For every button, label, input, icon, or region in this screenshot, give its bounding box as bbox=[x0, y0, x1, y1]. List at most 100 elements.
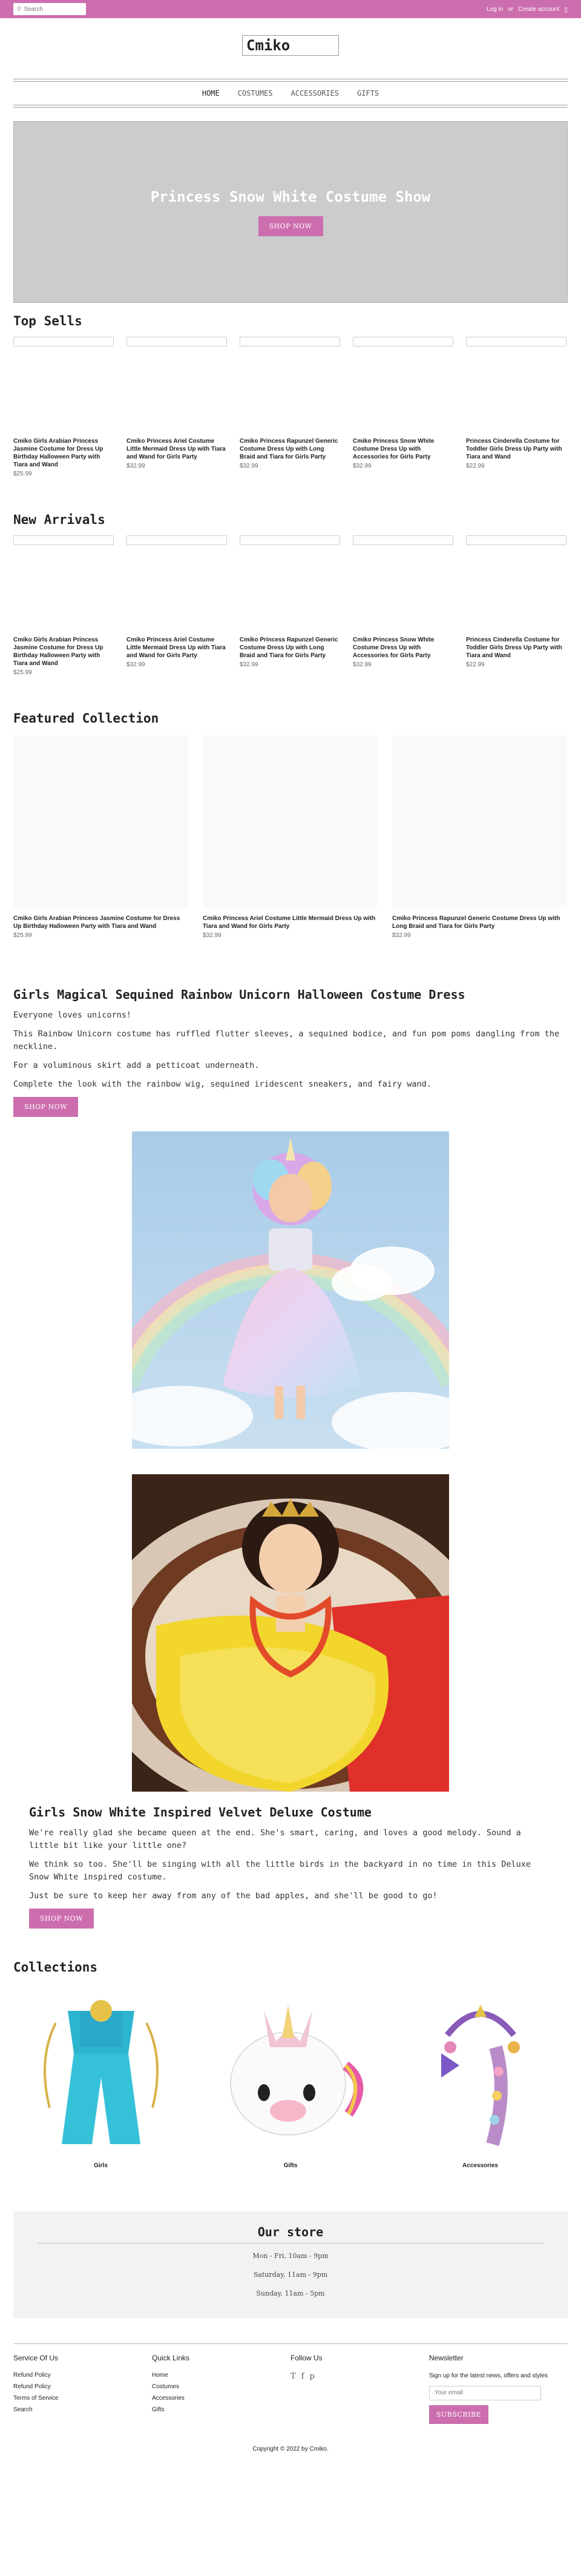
product-title[interactable]: Cmiko Girls Arabian Princess Jasmine Cos… bbox=[13, 636, 114, 667]
featured-product-title[interactable]: Cmiko Princess Rapunzel Generic Costume … bbox=[392, 915, 567, 930]
product-card[interactable]: Cmiko Princess Snow White Costume Dress … bbox=[353, 535, 453, 676]
unicorn-paragraph: This Rainbow Unicorn costume has ruffled… bbox=[13, 1029, 560, 1051]
featured-product-card[interactable]: Cmiko Princess Rapunzel Generic Costume … bbox=[392, 735, 567, 939]
featured-product-title[interactable]: Cmiko Girls Arabian Princess Jasmine Cos… bbox=[13, 915, 188, 930]
product-card[interactable]: Cmiko Princess Rapunzel Generic Costume … bbox=[240, 535, 340, 676]
footer-divider bbox=[13, 2343, 568, 2344]
footer-link-gifts[interactable]: Gifts bbox=[152, 2406, 290, 2413]
product-title[interactable]: Cmiko Girls Arabian Princess Jasmine Cos… bbox=[13, 437, 114, 469]
unicorn-shop-now-button[interactable]: SHOP NOW bbox=[13, 1097, 78, 1117]
collections-title: Collections bbox=[13, 1960, 98, 1975]
product-card[interactable]: Cmiko Princess Rapunzel Generic Costume … bbox=[240, 337, 340, 477]
product-card[interactable]: Princess Cinderella Costume for Toddler … bbox=[466, 535, 566, 676]
newsletter-text: Sign up for the latest news, offers and … bbox=[429, 2372, 548, 2379]
footer-follow-column: Follow Us T f p bbox=[290, 2354, 429, 2424]
pinterest-icon[interactable]: p bbox=[309, 2372, 314, 2381]
store-hours-weekday: Mon - Fri, 10am - 9pm bbox=[252, 2252, 329, 2260]
product-title[interactable]: Cmiko Princess Ariel Costume Little Merm… bbox=[126, 636, 227, 660]
product-image[interactable] bbox=[126, 337, 227, 346]
new-arrivals-title: New Arrivals bbox=[13, 512, 105, 527]
product-image[interactable] bbox=[353, 337, 453, 346]
search-box[interactable]: ⚲ bbox=[13, 3, 86, 15]
collection-image[interactable] bbox=[393, 1987, 568, 2159]
product-image[interactable] bbox=[240, 535, 340, 545]
featured-product-card[interactable]: Cmiko Girls Arabian Princess Jasmine Cos… bbox=[13, 735, 188, 939]
featured-product-image[interactable] bbox=[203, 735, 378, 907]
product-price: $32.99 bbox=[353, 661, 372, 668]
collection-image[interactable] bbox=[13, 1987, 188, 2159]
nav-item-home[interactable]: HOME bbox=[202, 89, 220, 98]
or-text: or bbox=[508, 5, 514, 13]
footer-link-costumes[interactable]: Costumes bbox=[152, 2383, 290, 2390]
nav-item-gifts[interactable]: GIFTS bbox=[357, 89, 379, 98]
collection-card-accessories[interactable]: Accessories bbox=[393, 1987, 568, 2169]
footer-link-accessories[interactable]: Accessories bbox=[152, 2395, 290, 2402]
collection-label[interactable]: Gifts bbox=[203, 2162, 378, 2169]
featured-product-image[interactable] bbox=[13, 735, 188, 907]
store-logo[interactable]: Cmiko bbox=[242, 35, 339, 56]
product-title[interactable]: Princess Cinderella Costume for Toddler … bbox=[466, 437, 566, 461]
nav-item-accessories[interactable]: ACCESSORIES bbox=[291, 89, 339, 98]
product-image[interactable] bbox=[13, 337, 114, 346]
main-nav: HOME COSTUMES ACCESSORIES GIFTS bbox=[0, 82, 581, 105]
newsletter-email-input[interactable] bbox=[429, 2385, 541, 2400]
product-title[interactable]: Cmiko Princess Ariel Costume Little Merm… bbox=[126, 437, 227, 461]
product-title[interactable]: Cmiko Princess Snow White Costume Dress … bbox=[353, 636, 453, 660]
product-image[interactable] bbox=[353, 535, 453, 545]
hero-title: Princess Snow White Costume Show bbox=[150, 188, 431, 205]
our-store-title: Our store bbox=[257, 2225, 324, 2239]
product-image[interactable] bbox=[466, 535, 566, 545]
social-links: T f p bbox=[290, 2372, 429, 2381]
facebook-icon[interactable]: f bbox=[301, 2372, 304, 2381]
unicorn-costume-section: Girls Magical Sequined Rainbow Unicorn H… bbox=[13, 987, 568, 1117]
product-price: $22.99 bbox=[466, 463, 485, 469]
product-image[interactable] bbox=[240, 337, 340, 346]
create-account-link[interactable]: Create account bbox=[518, 6, 559, 13]
product-image[interactable] bbox=[126, 535, 227, 545]
product-title[interactable]: Cmiko Princess Rapunzel Generic Costume … bbox=[240, 636, 340, 660]
product-card[interactable]: Cmiko Princess Snow White Costume Dress … bbox=[353, 337, 453, 477]
nav-item-costumes[interactable]: COSTUMES bbox=[238, 89, 273, 98]
featured-product-image[interactable] bbox=[392, 735, 567, 907]
top-bar: ⚲ Log in or Create account ▯ bbox=[0, 0, 581, 18]
unicorn-paragraph: Everyone loves unicorns! bbox=[13, 1010, 132, 1020]
footer-link-home[interactable]: Home bbox=[152, 2372, 290, 2379]
footer-link-terms[interactable]: Terms of Service bbox=[13, 2395, 152, 2402]
product-title[interactable]: Cmiko Princess Rapunzel Generic Costume … bbox=[240, 437, 340, 461]
featured-product-title[interactable]: Cmiko Princess Ariel Costume Little Merm… bbox=[203, 915, 378, 930]
product-price: $32.99 bbox=[240, 463, 258, 469]
product-card[interactable]: Cmiko Girls Arabian Princess Jasmine Cos… bbox=[13, 337, 114, 477]
product-title[interactable]: Cmiko Princess Snow White Costume Dress … bbox=[353, 437, 453, 461]
collection-card-gifts[interactable]: Gifts bbox=[203, 1987, 378, 2169]
product-price: $22.99 bbox=[466, 661, 485, 668]
product-card[interactable]: Cmiko Girls Arabian Princess Jasmine Cos… bbox=[13, 535, 114, 676]
hero-shop-now-button[interactable]: SHOP NOW bbox=[258, 216, 323, 236]
product-image[interactable] bbox=[466, 337, 566, 346]
product-title[interactable]: Princess Cinderella Costume for Toddler … bbox=[466, 636, 566, 660]
collection-image[interactable] bbox=[203, 1987, 378, 2159]
cart-icon[interactable]: ▯ bbox=[564, 5, 568, 13]
footer-link-refund-policy[interactable]: Refund Policy bbox=[13, 2372, 152, 2379]
collection-label[interactable]: Accessories bbox=[393, 2162, 568, 2169]
subscribe-button[interactable]: SUBSCRIBE bbox=[429, 2405, 489, 2424]
footer-link-search[interactable]: Search bbox=[13, 2406, 152, 2413]
featured-product-card[interactable]: Cmiko Princess Ariel Costume Little Merm… bbox=[203, 735, 378, 939]
collections-row: Girls Gifts Accessories bbox=[13, 1987, 568, 2169]
login-link[interactable]: Log in bbox=[487, 6, 503, 13]
product-card[interactable]: Princess Cinderella Costume for Toddler … bbox=[466, 337, 566, 477]
footer-newsletter-column: Newsletter Sign up for the latest news, … bbox=[429, 2354, 568, 2424]
snow-white-paragraph: We think so too. She'll be singing with … bbox=[29, 1859, 531, 1882]
top-sells-title: Top Sells bbox=[13, 314, 82, 328]
collection-label[interactable]: Girls bbox=[13, 2162, 188, 2169]
twitter-icon[interactable]: T bbox=[290, 2372, 296, 2381]
product-card[interactable]: Cmiko Princess Ariel Costume Little Merm… bbox=[126, 337, 227, 477]
snow-white-title: Girls Snow White Inspired Velvet Deluxe … bbox=[29, 1805, 372, 1819]
collection-card-girls[interactable]: Girls bbox=[13, 1987, 188, 2169]
product-price: $25.99 bbox=[13, 669, 32, 676]
snow-white-shop-now-button[interactable]: SHOP NOW bbox=[29, 1909, 94, 1929]
footer-link-refund-policy[interactable]: Refund Policy bbox=[13, 2383, 152, 2390]
product-image[interactable] bbox=[13, 535, 114, 545]
product-card[interactable]: Cmiko Princess Ariel Costume Little Merm… bbox=[126, 535, 227, 676]
product-price: $32.99 bbox=[353, 463, 372, 469]
search-input[interactable] bbox=[24, 5, 79, 13]
